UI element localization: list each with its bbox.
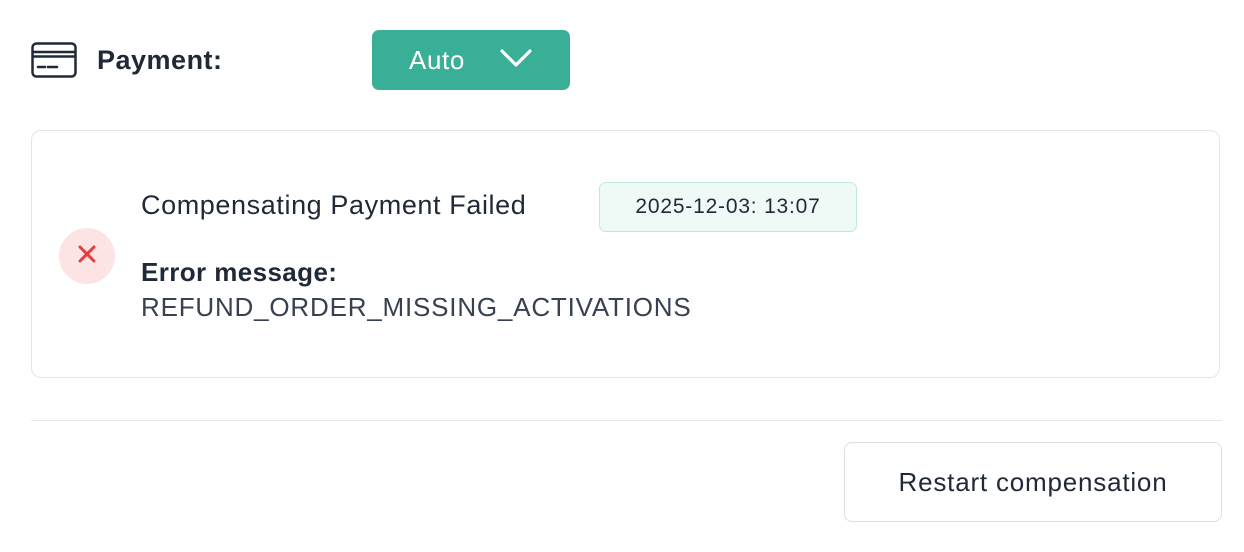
compensation-status-panel: Compensating Payment Failed 2025-12-03: … bbox=[31, 130, 1220, 378]
event-title: Compensating Payment Failed bbox=[141, 190, 527, 220]
event-timestamp-badge: 2025-12-03: 13:07 bbox=[599, 182, 857, 232]
credit-card-icon bbox=[31, 42, 77, 78]
payment-mode-value: Auto bbox=[409, 44, 465, 75]
error-message-label: Error message: bbox=[141, 257, 338, 287]
payment-row: Payment: Auto bbox=[31, 30, 570, 90]
chevron-down-icon bbox=[499, 47, 533, 74]
restart-compensation-button[interactable]: Restart compensation bbox=[844, 442, 1222, 522]
error-message-text: REFUND_ORDER_MISSING_ACTIVATIONS bbox=[141, 292, 692, 322]
payment-label: Payment: bbox=[97, 44, 223, 75]
error-status-badge bbox=[59, 228, 115, 284]
divider bbox=[31, 420, 1222, 421]
close-icon bbox=[77, 244, 97, 269]
payment-mode-dropdown[interactable]: Auto bbox=[372, 30, 570, 90]
